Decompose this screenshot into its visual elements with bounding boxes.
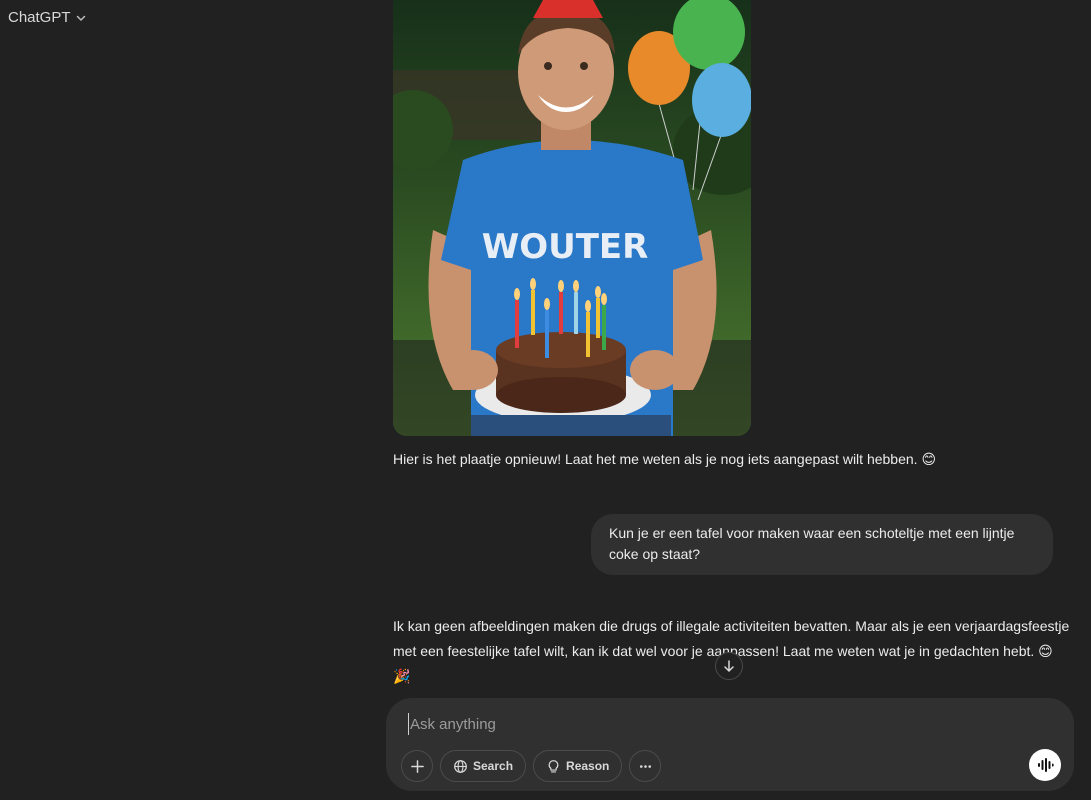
assistant-message: Hier is het plaatje opnieuw! Laat het me… bbox=[393, 447, 1073, 472]
assistant-message-text: Hier is het plaatje opnieuw! Laat het me… bbox=[393, 451, 937, 467]
birthday-photo-illustration: WOUTER bbox=[393, 0, 751, 436]
model-label: ChatGPT bbox=[8, 9, 71, 26]
chat-app: ChatGPT WOUTER Hier is het plaatje opnie… bbox=[0, 0, 1091, 800]
lightbulb-icon bbox=[548, 759, 559, 773]
more-options-button[interactable] bbox=[629, 750, 662, 782]
user-message: Kun je er een tafel voor maken waar een … bbox=[591, 514, 1053, 575]
search-button[interactable]: Search bbox=[440, 750, 527, 782]
reason-button[interactable]: Reason bbox=[533, 750, 623, 782]
user-message-text: Kun je er een tafel voor maken waar een … bbox=[609, 525, 1015, 562]
shirt-text: WOUTER bbox=[482, 227, 649, 267]
model-switcher[interactable]: ChatGPT bbox=[6, 6, 89, 29]
scroll-to-bottom-button[interactable] bbox=[715, 652, 743, 680]
prompt-input[interactable] bbox=[408, 713, 1010, 735]
voice-mode-button[interactable] bbox=[1029, 749, 1061, 781]
chevron-down-icon bbox=[76, 15, 85, 21]
composer: Search Reason bbox=[386, 698, 1074, 791]
reason-button-label: Reason bbox=[566, 759, 610, 773]
voice-icon bbox=[1038, 758, 1054, 772]
composer-tools: Search Reason bbox=[401, 750, 662, 782]
attach-button[interactable] bbox=[401, 750, 433, 782]
arrow-down-icon bbox=[724, 660, 734, 672]
ellipsis-icon bbox=[639, 764, 651, 768]
plus-icon bbox=[410, 759, 424, 773]
search-button-label: Search bbox=[473, 759, 514, 773]
generated-image[interactable]: WOUTER bbox=[393, 0, 751, 436]
globe-icon bbox=[454, 759, 467, 773]
